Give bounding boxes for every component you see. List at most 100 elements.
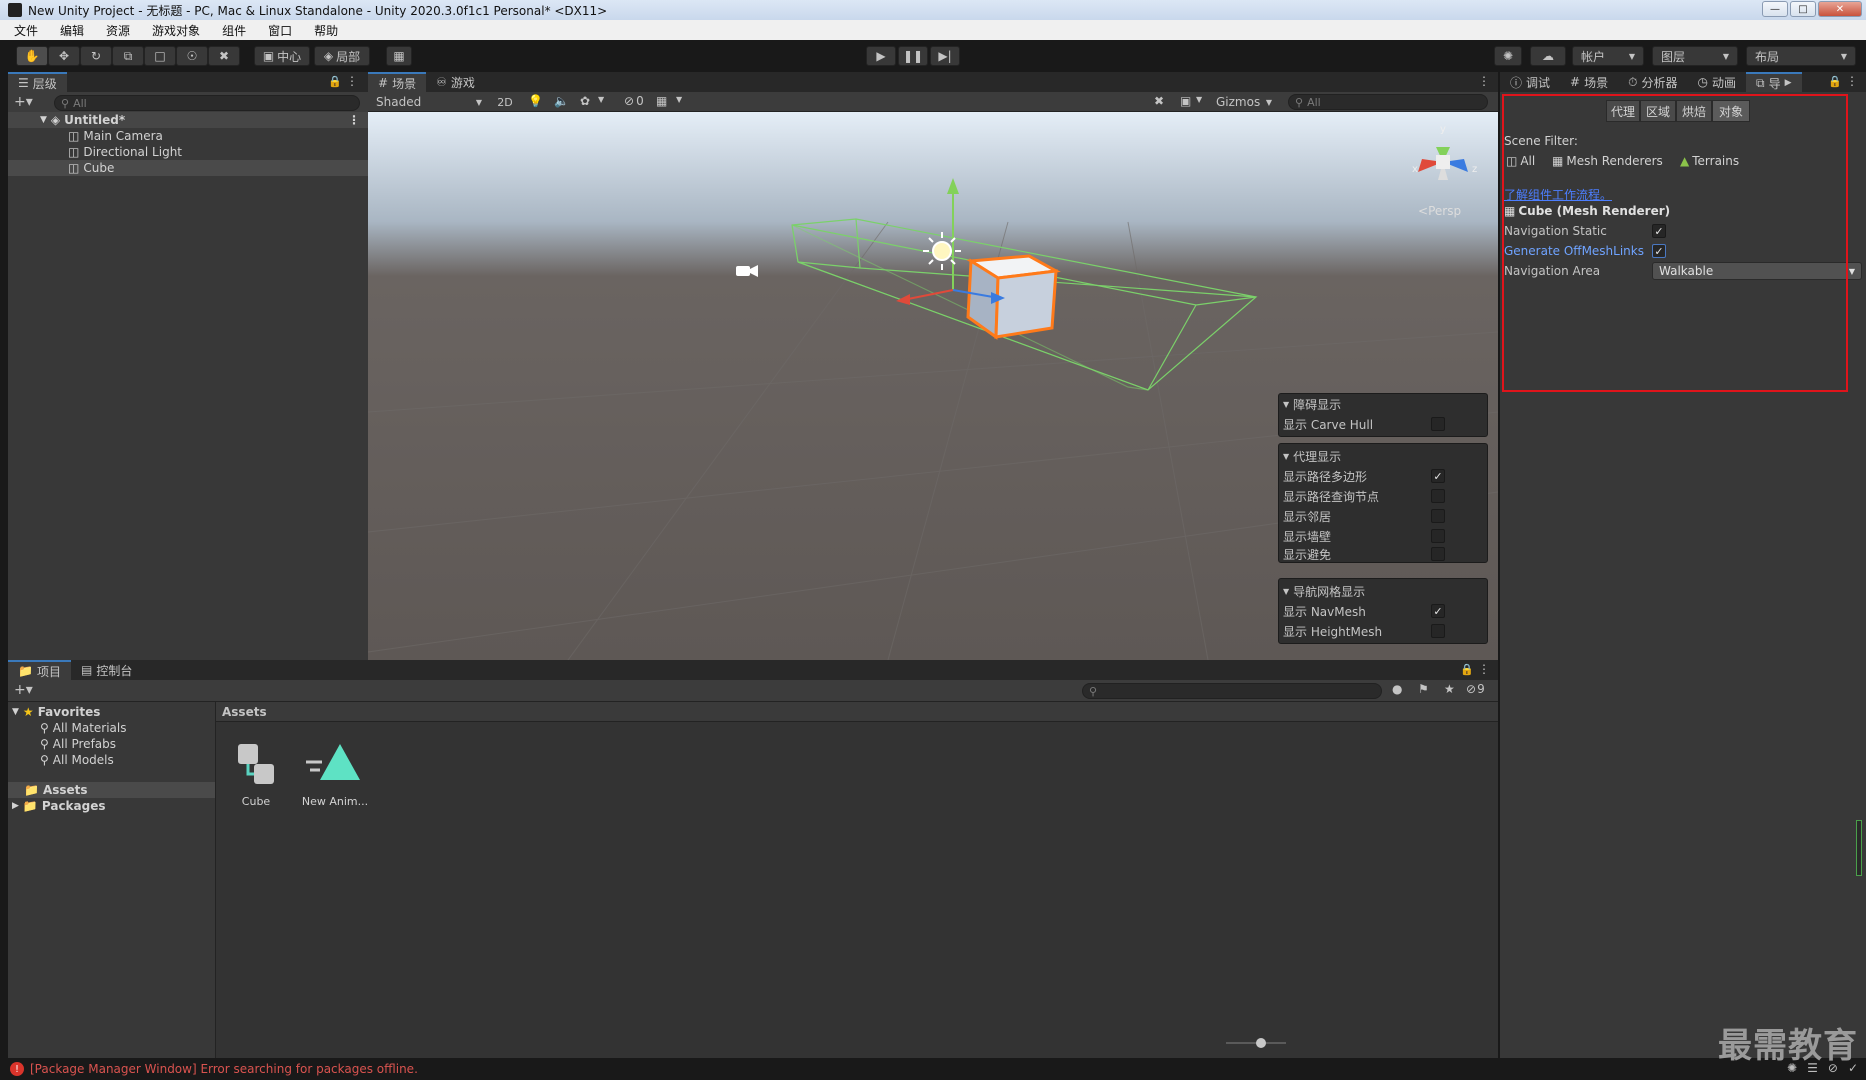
shading-mode-dropdown[interactable]: Shaded ▼ [370,93,488,111]
tab-scene[interactable]: # 场景 [1560,72,1618,92]
tab-scene[interactable]: # 场景 [368,72,427,92]
menu-component[interactable]: 组件 [222,22,246,39]
menu-help[interactable]: 帮助 [314,22,338,39]
tab-navigation[interactable]: ⧉ 导 ▶ [1746,72,1802,92]
kebab-menu-icon[interactable]: ⋮ [1846,74,1858,88]
scene-visibility-toggle[interactable]: ⊘ 0 [624,94,644,108]
scale-tool-button[interactable]: ⧉ [112,46,144,66]
slider-thumb[interactable] [1256,1038,1266,1048]
show-navmesh-checkbox[interactable]: ✓ [1431,604,1445,618]
lock-icon[interactable]: 🔒 [1828,75,1842,88]
space-toggle[interactable]: ◈ 局部 [314,46,370,66]
layout-dropdown[interactable]: 布局 ▼ [1746,46,1856,66]
status-message[interactable]: [Package Manager Window] Error searching… [30,1062,418,1076]
hidden-packages-toggle[interactable]: ⊘ 9 [1466,682,1485,696]
tab-animation[interactable]: ◷ 动画 [1688,72,1747,92]
directional-light-icon[interactable] [923,232,961,270]
star-icon[interactable]: ★ [1444,682,1455,696]
asset-item[interactable]: New Anim... [300,736,370,816]
tab-console[interactable]: ▤ 控制台 [71,660,142,680]
y-arrow-icon[interactable] [947,178,959,194]
orientation-gizmo[interactable]: y x z [1412,124,1477,180]
show-walls-checkbox[interactable] [1431,529,1445,543]
layers-dropdown[interactable]: 图层 ▼ [1652,46,1738,66]
add-button[interactable]: +▾ [14,94,33,110]
navmesh-header[interactable]: ▼ 导航网格显示 [1283,581,1365,601]
label-tag-icon[interactable]: ⚑ [1418,682,1429,696]
icon-size-slider[interactable] [1226,1038,1286,1048]
grid-snap-button[interactable]: ▦ [386,46,412,66]
maximize-button[interactable]: □ [1790,1,1816,17]
obstacles-header[interactable]: ▼ 障碍显示 [1283,394,1341,414]
expand-arrow-icon[interactable]: ▼ [40,115,47,125]
folder-packages[interactable]: ▶ 📁 Packages [12,798,106,814]
menu-file[interactable]: 文件 [14,22,38,39]
agents-header[interactable]: ▼ 代理显示 [1283,446,1341,466]
transform-tool-button[interactable]: ☉ [176,46,208,66]
carve-hull-checkbox[interactable] [1431,417,1445,431]
scene-canvas[interactable]: y x z <Persp ▼ 障碍显示 显示 Carve Hull ▼ 代理显示 显… [368,112,1498,660]
kebab-menu-icon[interactable]: ⋮ [348,113,360,127]
breadcrumb-label[interactable]: Assets [222,705,267,719]
cloud-button[interactable]: ☁ [1530,46,1566,66]
project-search-input[interactable]: ⚲ [1082,683,1382,699]
hierarchy-search-input[interactable]: ⚲ All [54,95,360,111]
tab-hierarchy[interactable]: ☰ 层级 [8,72,67,92]
menu-edit[interactable]: 编辑 [60,22,84,39]
favorite-item[interactable]: ⚲ All Models [40,752,114,768]
favorites-row[interactable]: ▼ ★ Favorites [12,704,100,720]
close-button[interactable]: ✕ [1818,1,1862,17]
lock-icon[interactable]: 🔒 [328,75,342,88]
gizmos-dropdown[interactable]: Gizmos ▼ [1212,93,1276,111]
scroll-indicator[interactable] [1856,820,1862,876]
mode-2d-toggle[interactable]: 2D [492,93,518,111]
tab-profiler[interactable]: ⏱ 分析器 [1618,72,1687,92]
hierarchy-item[interactable]: ◫ Cube [8,160,368,176]
lock-icon[interactable]: 🔒 [1460,663,1474,676]
asset-item[interactable]: Cube [226,736,286,816]
menu-window[interactable]: 窗口 [268,22,292,39]
grid-icon[interactable]: ▦ [656,94,667,108]
kebab-menu-icon[interactable]: ⋮ [1478,74,1490,88]
filter-by-type-icon[interactable]: ● [1392,682,1402,696]
collab-button[interactable]: ✺ [1494,46,1522,66]
add-button[interactable]: +▾ [14,682,33,698]
favorite-item[interactable]: ⚲ All Materials [40,720,127,736]
lighting-icon[interactable]: 💡 [528,94,543,108]
tools-icon[interactable]: ✖ [1154,94,1164,108]
folder-assets[interactable]: 📁 Assets [8,782,215,798]
effects-icon[interactable]: ✿ [580,94,590,108]
chevron-down-icon[interactable]: ▼ [676,95,682,104]
scene-search-input[interactable]: ⚲ All [1288,94,1488,110]
kebab-menu-icon[interactable]: ⋮ [346,74,358,88]
selected-cube[interactable] [966,254,1061,340]
chevron-down-icon[interactable]: ▼ [598,95,604,104]
tab-game[interactable]: ♾ 游戏 [426,72,485,92]
persp-toggle[interactable]: <Persp [1418,204,1461,218]
show-path-query-nodes-checkbox[interactable] [1431,489,1445,503]
tab-project[interactable]: 📁 项目 [8,660,71,680]
favorite-item[interactable]: ⚲ All Prefabs [40,736,116,752]
tab-inspector[interactable]: ⓘ 调试 [1500,72,1560,92]
show-path-polygons-checkbox[interactable]: ✓ [1431,469,1445,483]
show-avoidance-checkbox[interactable] [1431,547,1445,561]
show-heightmesh-checkbox[interactable] [1431,624,1445,638]
menu-gameobject[interactable]: 游戏对象 [152,22,200,39]
pivot-toggle[interactable]: ▣ 中心 [254,46,310,66]
account-dropdown[interactable]: 帐户 ▼ [1572,46,1644,66]
rotate-tool-button[interactable]: ↻ [80,46,112,66]
camera-icon[interactable]: ▣ [1180,94,1191,108]
pause-button[interactable]: ❚❚ [898,46,928,66]
rect-tool-button[interactable]: □ [144,46,176,66]
hand-tool-button[interactable]: ✋ [16,46,48,66]
hierarchy-scene-row[interactable]: ▼ ◈ Untitled* ⋮ [8,112,368,128]
camera-gizmo-icon[interactable] [736,265,758,277]
x-arrow-icon[interactable] [896,294,910,305]
kebab-menu-icon[interactable]: ⋮ [1478,662,1490,676]
play-button[interactable]: ▶ [866,46,896,66]
hierarchy-item[interactable]: ◫ Main Camera [8,128,368,144]
step-button[interactable]: ▶| [930,46,960,66]
hierarchy-item[interactable]: ◫ Directional Light [8,144,368,160]
menu-assets[interactable]: 资源 [106,22,130,39]
show-neighbours-checkbox[interactable] [1431,509,1445,523]
